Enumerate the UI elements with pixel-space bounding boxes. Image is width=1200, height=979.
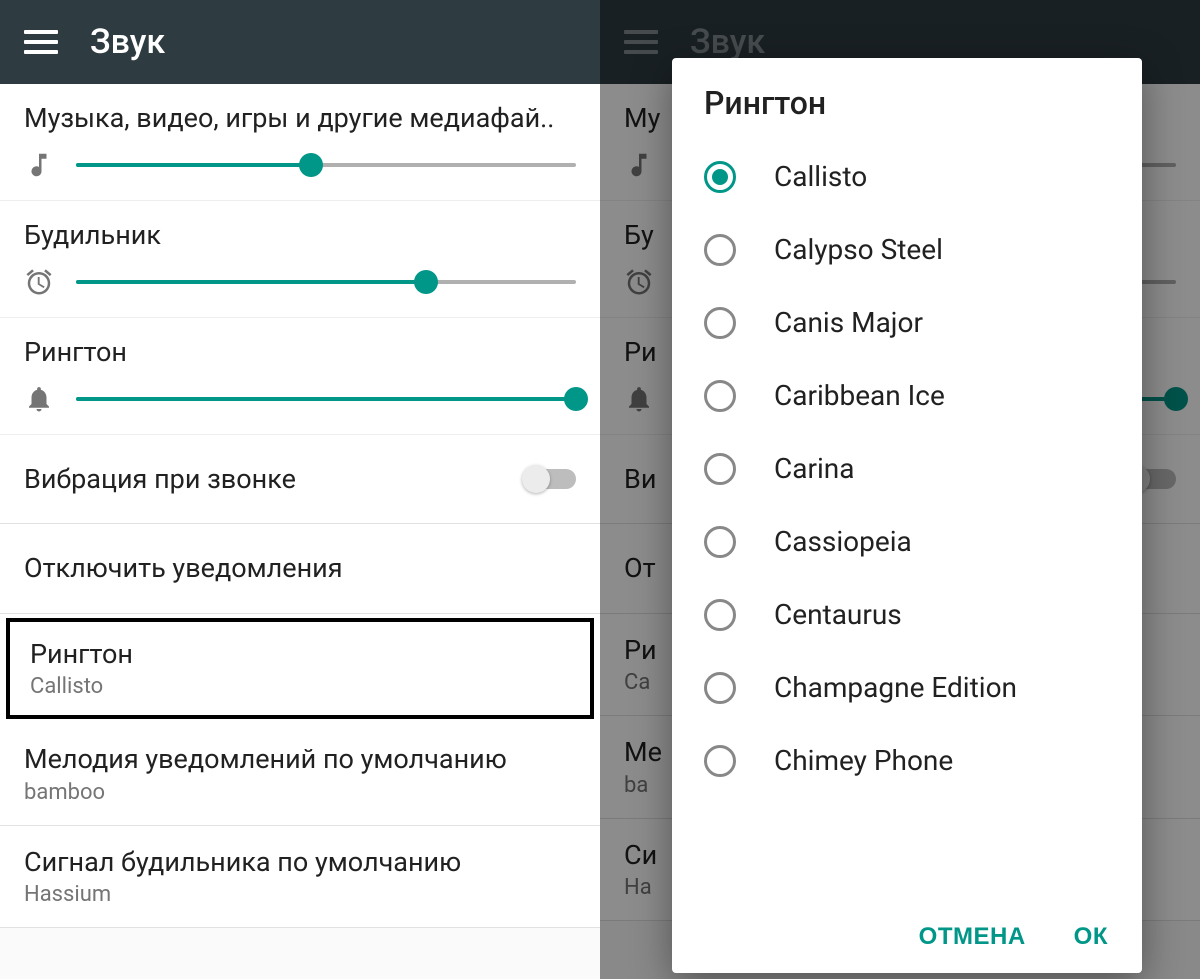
notification-sound-row[interactable]: Мелодия уведомлений по умолчанию bamboo bbox=[0, 723, 600, 825]
media-volume-row: Музыка, видео, игры и другие медиафай.. bbox=[0, 84, 600, 201]
cancel-button[interactable]: ОТМЕНА bbox=[919, 923, 1026, 951]
ringtone-volume-slider[interactable] bbox=[76, 387, 576, 411]
ringtone-option-label: Caribbean Ice bbox=[774, 379, 945, 412]
settings-list: Музыка, видео, игры и другие медиафай.. … bbox=[0, 84, 600, 928]
screen-sound-settings: Звук Музыка, видео, игры и другие медиаф… bbox=[0, 0, 600, 979]
alarm-volume-row: Будильник bbox=[0, 201, 600, 318]
media-volume-label: Музыка, видео, игры и другие медиафай.. bbox=[24, 102, 576, 134]
ringtone-volume-label: Рингтон bbox=[24, 336, 576, 368]
ringtone-option-label: Callisto bbox=[774, 160, 867, 193]
media-volume-slider[interactable] bbox=[76, 153, 576, 177]
screen-ringtone-dialog: Звук Му Бу Ри Ви От РиCa Меba СиHa Рингт… bbox=[600, 0, 1200, 979]
ringtone-option-label: Champagne Edition bbox=[774, 671, 1017, 704]
ringtone-option-label: Cassiopeia bbox=[774, 525, 912, 558]
ringtone-option[interactable]: Caribbean Ice bbox=[704, 359, 1126, 432]
radio-icon bbox=[704, 526, 736, 558]
music-note-icon bbox=[24, 150, 54, 180]
ringtone-dialog: Рингтон Callisto Calypso Steel Canis Major… bbox=[672, 58, 1142, 973]
radio-icon bbox=[704, 380, 736, 412]
ringtone-option[interactable]: Chimey Phone bbox=[704, 724, 1126, 797]
ringtone-list: Callisto Calypso Steel Canis Major Caribbea… bbox=[672, 140, 1142, 905]
ringtone-option[interactable]: Centaurus bbox=[704, 578, 1126, 651]
ringtone-option[interactable]: Callisto bbox=[704, 140, 1126, 213]
dialog-title: Рингтон bbox=[672, 58, 1142, 140]
dialog-actions: ОТМЕНА ОК bbox=[672, 905, 1142, 973]
radio-icon bbox=[704, 234, 736, 266]
vibrate-switch[interactable] bbox=[524, 469, 576, 489]
ringtone-option[interactable]: Canis Major bbox=[704, 286, 1126, 359]
radio-icon bbox=[704, 161, 736, 193]
vibrate-on-call-row[interactable]: Вибрация при звонке bbox=[0, 435, 600, 524]
ringtone-option[interactable]: Cassiopeia bbox=[704, 505, 1126, 578]
alarm-clock-icon bbox=[24, 267, 54, 297]
topbar: Звук bbox=[0, 0, 600, 84]
ringtone-picker-row[interactable]: Рингтон Callisto bbox=[6, 618, 594, 719]
menu-icon[interactable] bbox=[24, 30, 58, 54]
mute-notifications-row[interactable]: Отключить уведомления bbox=[0, 524, 600, 613]
radio-icon bbox=[704, 307, 736, 339]
ringtone-option-label: Canis Major bbox=[774, 306, 923, 339]
ringtone-option[interactable]: Calypso Steel bbox=[704, 213, 1126, 286]
ringtone-option-label: Chimey Phone bbox=[774, 744, 953, 777]
ok-button[interactable]: ОК bbox=[1074, 923, 1108, 951]
ringtone-option[interactable]: Champagne Edition bbox=[704, 651, 1126, 724]
radio-icon bbox=[704, 745, 736, 777]
page-title: Звук bbox=[90, 22, 165, 62]
ringtone-option-label: Calypso Steel bbox=[774, 233, 943, 266]
ringtone-option-label: Carina bbox=[774, 452, 854, 485]
alarm-volume-label: Будильник bbox=[24, 219, 576, 251]
radio-icon bbox=[704, 453, 736, 485]
ringtone-option-label: Centaurus bbox=[774, 598, 902, 631]
bell-icon bbox=[24, 384, 54, 414]
alarm-sound-row[interactable]: Сигнал будильника по умолчанию Hassium bbox=[0, 826, 600, 928]
ringtone-volume-row: Рингтон bbox=[0, 318, 600, 435]
vibrate-label: Вибрация при звонке bbox=[24, 463, 296, 495]
alarm-volume-slider[interactable] bbox=[76, 270, 576, 294]
radio-icon bbox=[704, 599, 736, 631]
radio-icon bbox=[704, 672, 736, 704]
ringtone-option[interactable]: Carina bbox=[704, 432, 1126, 505]
